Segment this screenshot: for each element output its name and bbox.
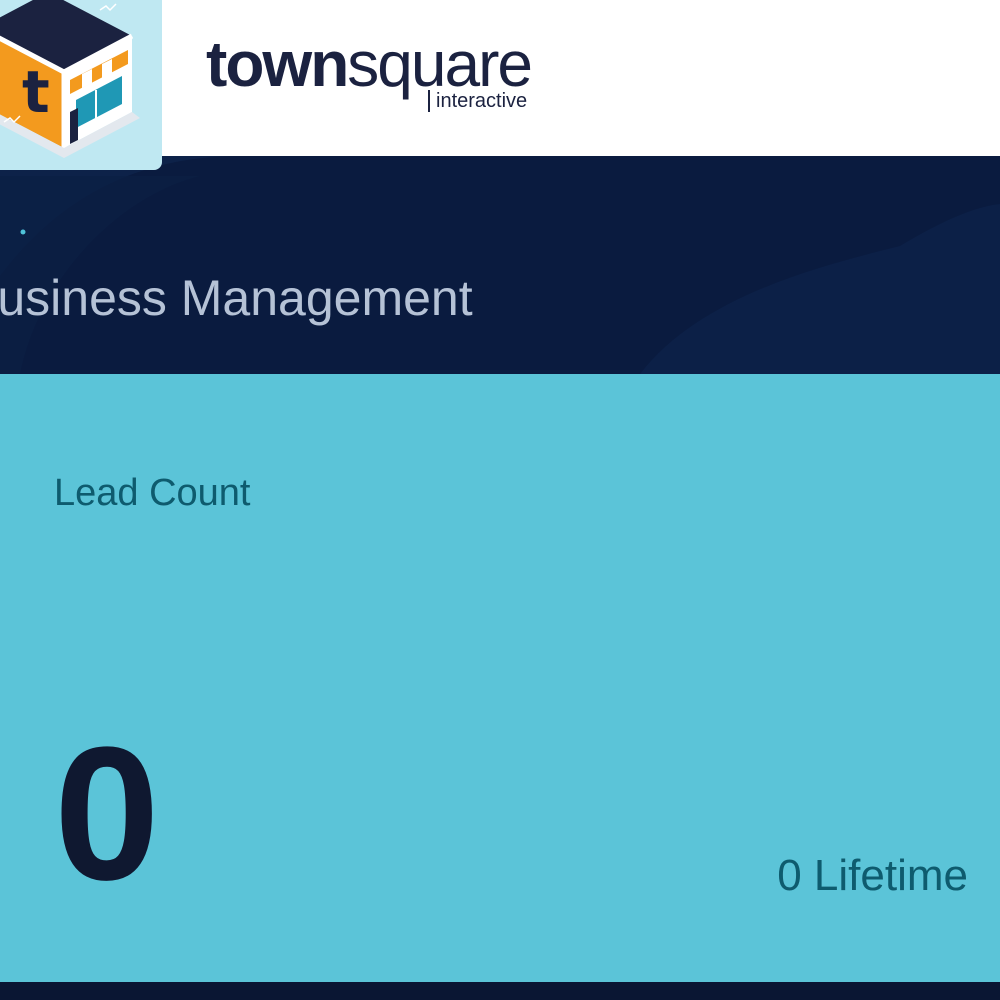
wordmark-bold: town (206, 28, 349, 100)
lifetime-count: 0 Lifetime (777, 851, 968, 900)
store-cube-logo-icon: t (0, 0, 140, 158)
lead-count-title: Lead Count (54, 472, 251, 514)
page: t townsquare interactive Business Manage… (0, 0, 1000, 1000)
logo-letter: t (22, 58, 50, 126)
logo-tile[interactable]: t (0, 0, 162, 170)
banner-title: Business Management (0, 270, 473, 326)
lead-count-value: 0 (54, 708, 160, 920)
footer-strip (0, 982, 1000, 1000)
top-header: t townsquare interactive (0, 0, 1000, 170)
townsquare-wordmark[interactable]: townsquare interactive (206, 22, 566, 122)
banner-background-shapes (0, 156, 1000, 374)
wordmark-sub: interactive (428, 90, 527, 112)
lead-count-card[interactable]: Lead Count 0 0 Lifetime (0, 374, 1000, 982)
hero-banner: Business Management (0, 156, 1000, 374)
